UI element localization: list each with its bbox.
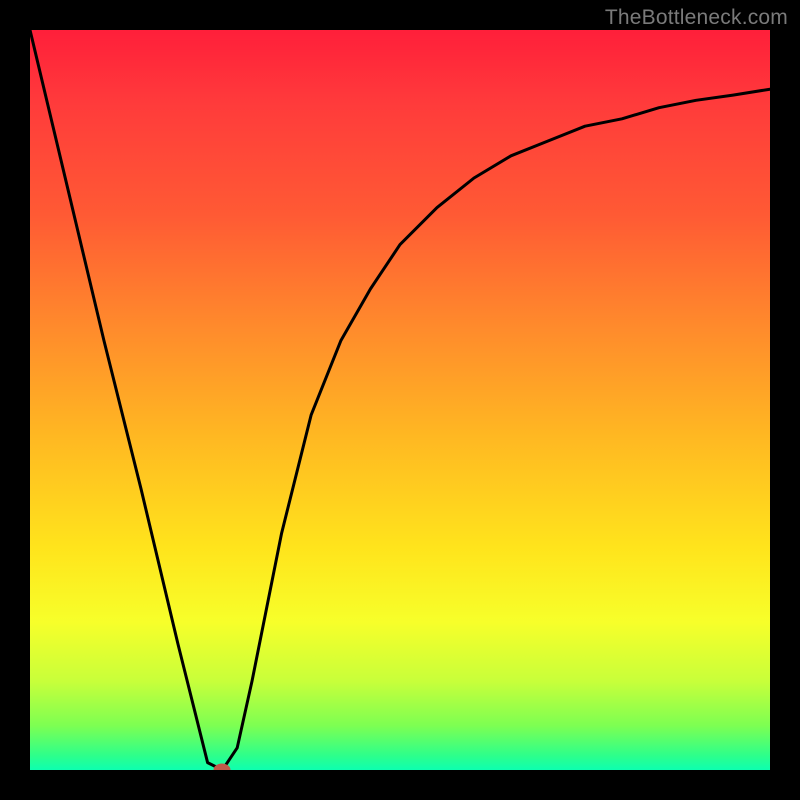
chart-frame: TheBottleneck.com (0, 0, 800, 800)
optimal-point-marker (214, 764, 231, 771)
curve-svg (30, 30, 770, 770)
bottleneck-curve-path (30, 30, 770, 770)
watermark-text: TheBottleneck.com (605, 6, 788, 30)
plot-area (30, 30, 770, 770)
